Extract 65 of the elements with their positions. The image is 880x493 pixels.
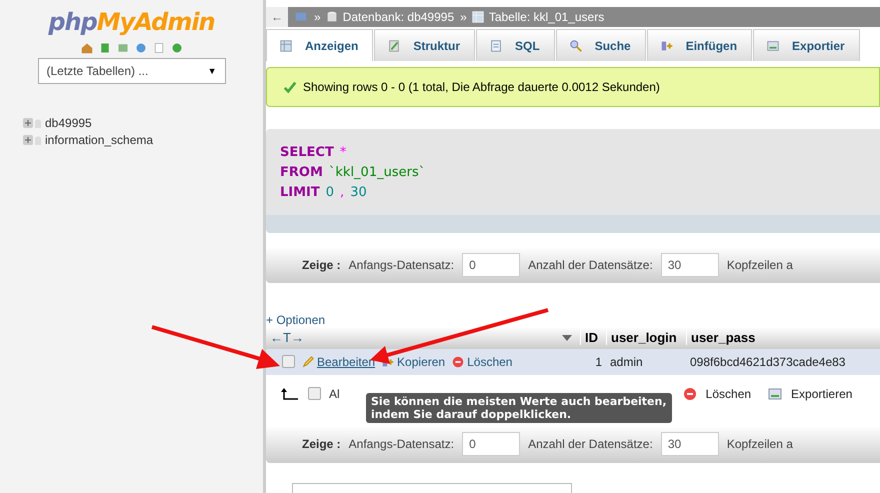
database-link[interactable]: information_schema	[45, 132, 154, 146]
sort-caret-icon[interactable]	[562, 334, 572, 341]
table-cell-text: 1	[594, 354, 603, 369]
message-text: Showing rows 0 - 0 (1 total, Die Abfrage dauerte 0.0012 Sekunden)	[303, 80, 660, 94]
field-label: Anzahl der Datensätze:	[528, 258, 653, 272]
tab[interactable]: Anzeigen	[266, 29, 374, 62]
tab[interactable]: Struktur	[374, 29, 476, 62]
check-icon	[283, 80, 297, 94]
minus-circle-icon	[682, 386, 698, 402]
tab[interactable]: Einfügen	[646, 29, 752, 62]
page-icon[interactable]	[152, 42, 164, 54]
return-arrow-icon	[280, 386, 300, 400]
row-count-field[interactable]: 30	[660, 432, 719, 456]
sql-token: FROM	[280, 164, 323, 182]
start-row-field[interactable]: 0	[462, 432, 520, 456]
bulk-action-button[interactable]: Exportieren	[767, 386, 852, 402]
back-button[interactable]: ←	[266, 7, 288, 27]
row-action-link[interactable]: Bearbeiten	[301, 354, 376, 369]
nav-label: Zeige :	[302, 437, 341, 452]
recent-tables-dropdown[interactable]: (Letzte Tabellen) ... ▼	[38, 58, 226, 84]
export-icon	[767, 386, 784, 402]
table-icon	[279, 38, 293, 53]
tab[interactable]: SQL	[476, 29, 555, 62]
minus-circle-icon	[451, 354, 466, 369]
tooltip: Sie können die meisten Werte auch bearbeiten, indem Sie darauf doppelklicken.	[366, 393, 672, 423]
tab[interactable]: Suche	[556, 29, 646, 62]
table-cell-text: 098f6bcd4621d373cade4e83	[689, 354, 846, 369]
options-link[interactable]: + Optionen	[266, 312, 326, 327]
bulk-action-button[interactable]: Löschen	[682, 386, 752, 402]
sql-token: *	[340, 144, 346, 162]
sql-token: ,	[340, 184, 344, 202]
nav-label: Zeige :	[302, 258, 341, 272]
table-cell-text: admin	[609, 354, 644, 369]
field-label: Anzahl der Datensätze:	[528, 437, 653, 452]
row-action-link[interactable]: Löschen	[451, 354, 512, 369]
tab[interactable]: Exportier	[753, 29, 860, 62]
database-link[interactable]: db49995	[45, 116, 92, 130]
start-row-field[interactable]: 0	[462, 252, 520, 277]
insert-icon	[660, 38, 674, 53]
home-icon[interactable]	[80, 42, 92, 54]
separator: »	[460, 10, 467, 24]
sql-token: 0	[326, 184, 334, 202]
search-icon	[568, 38, 583, 53]
row-count-field[interactable]: 30	[660, 252, 719, 277]
row-checkbox[interactable]	[282, 355, 295, 368]
select-all-label[interactable]: Al	[329, 386, 340, 400]
sql-token: `kkl_01_users`	[328, 164, 426, 182]
breadcrumb-link[interactable]: Tabelle: kkl_01_users	[488, 10, 604, 24]
field-label: Kopfzeilen a	[726, 437, 793, 452]
field-label: Anfangs-Datensatz:	[348, 437, 454, 452]
table-icon	[470, 10, 485, 24]
logo: phpMyAdmin	[48, 8, 215, 36]
sql-token: 30	[350, 184, 367, 202]
sql-token: SELECT	[280, 144, 334, 162]
field-label: Anfangs-Datensatz:	[348, 258, 454, 272]
pencil-icon	[387, 38, 402, 53]
breadcrumb-link[interactable]: Datenbank: db49995	[342, 10, 454, 24]
export-icon	[766, 38, 780, 53]
field-label: Kopfzeilen a	[726, 258, 793, 272]
pencil-icon	[301, 354, 315, 369]
input-field[interactable]	[292, 482, 572, 493]
sql-token: LIMIT	[280, 184, 320, 202]
column-resize-handle[interactable]: ←T→	[266, 330, 304, 346]
select-all-checkbox[interactable]	[308, 387, 321, 400]
separator: »	[314, 10, 321, 24]
